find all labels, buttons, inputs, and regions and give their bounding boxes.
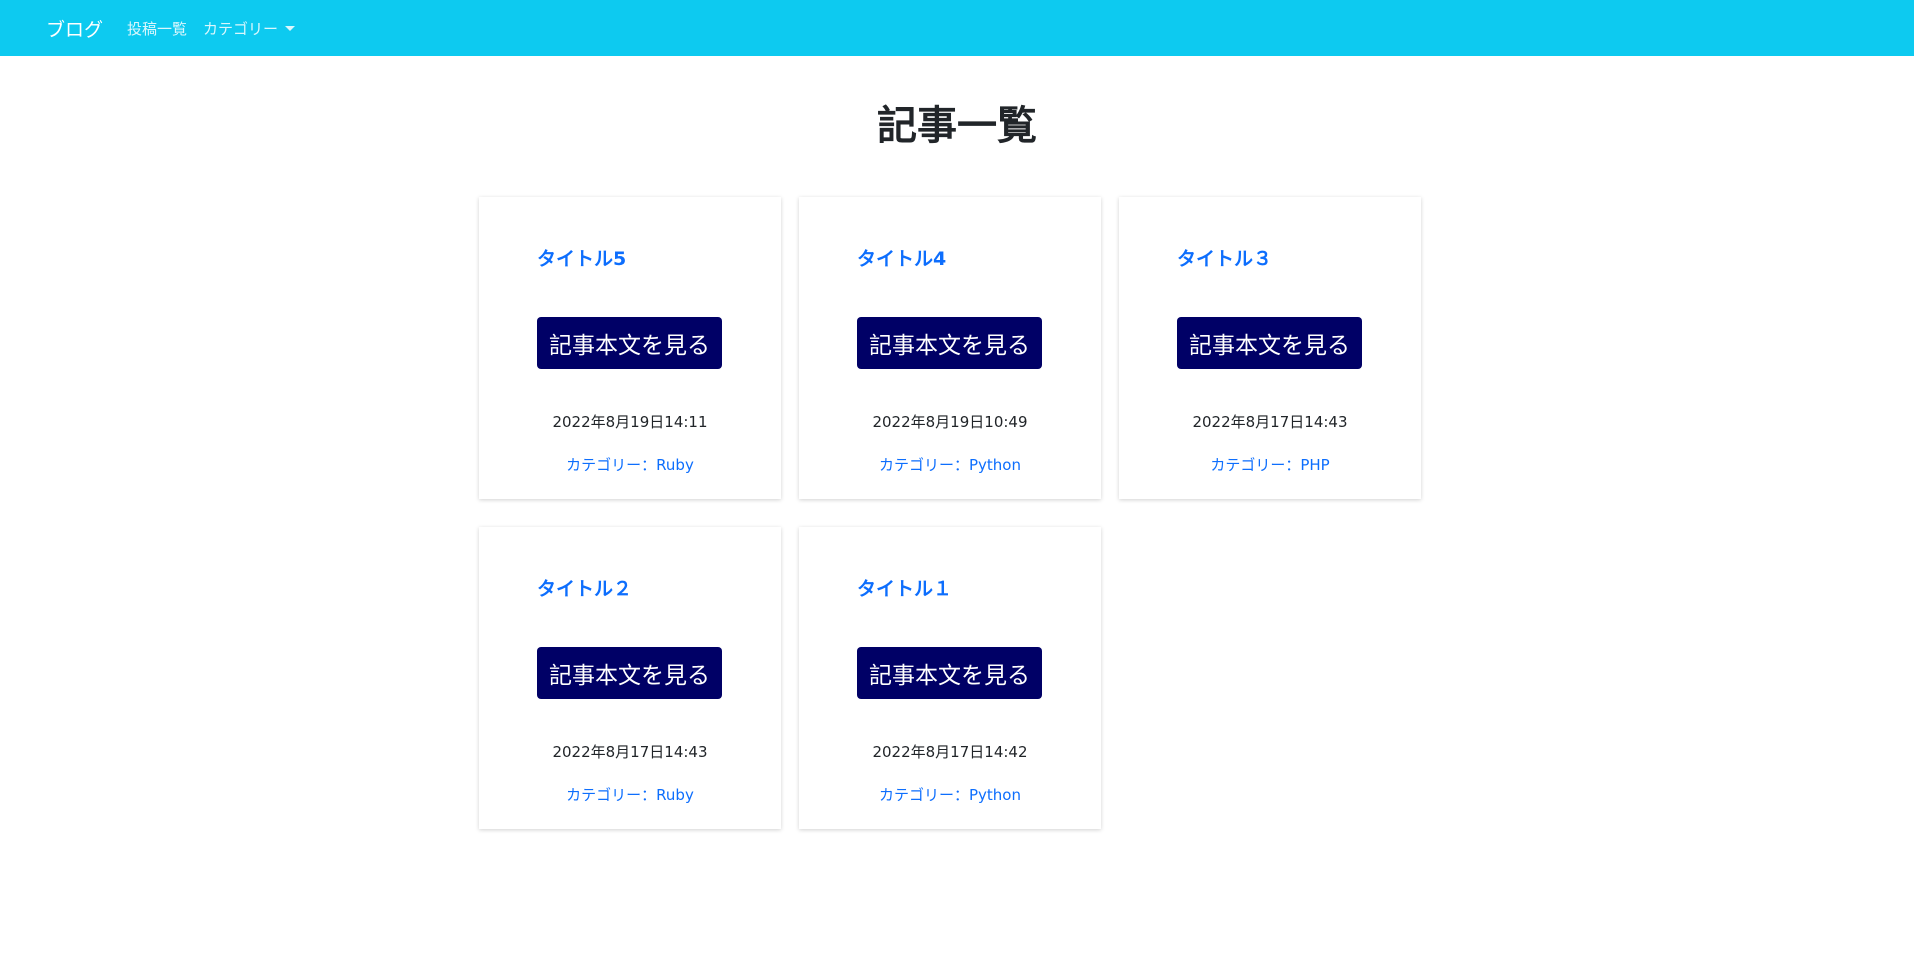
nav-dropdown-categories[interactable]: カテゴリー — [203, 18, 296, 39]
post-date: 2022年8月17日14:43 — [1192, 413, 1348, 431]
post-date: 2022年8月19日10:49 — [872, 413, 1028, 431]
nav-dropdown-label: カテゴリー — [203, 19, 279, 38]
post-card: タイトル３ 記事本文を見る 2022年8月17日14:43 カテゴリー：PHP — [1119, 197, 1421, 499]
post-category-link[interactable]: カテゴリー：Ruby — [479, 784, 781, 805]
post-date: 2022年8月17日14:43 — [552, 743, 708, 761]
post-category-link[interactable]: カテゴリー：Python — [799, 784, 1101, 805]
post-category-link[interactable]: カテゴリー：Python — [799, 454, 1101, 475]
read-article-button[interactable]: 記事本文を見る — [857, 647, 1042, 699]
read-article-button[interactable]: 記事本文を見る — [537, 647, 722, 699]
navbar: ブログ 投稿一覧 カテゴリー — [0, 0, 1914, 56]
post-card: タイトル5 記事本文を見る 2022年8月19日14:11 カテゴリー：Ruby — [479, 197, 781, 499]
post-date: 2022年8月17日14:42 — [872, 743, 1028, 761]
read-article-button[interactable]: 記事本文を見る — [857, 317, 1042, 369]
post-card: タイトル１ 記事本文を見る 2022年8月17日14:42 カテゴリー：Pyth… — [799, 527, 1101, 829]
post-category-link[interactable]: カテゴリー：PHP — [1119, 454, 1421, 475]
read-article-button[interactable]: 記事本文を見る — [537, 317, 722, 369]
post-date: 2022年8月19日14:11 — [552, 413, 708, 431]
post-card: タイトル4 記事本文を見る 2022年8月19日10:49 カテゴリー：Pyth… — [799, 197, 1101, 499]
page-title: 記事一覧 — [877, 103, 1037, 149]
nav-link-posts[interactable]: 投稿一覧 — [127, 18, 187, 39]
post-title-link[interactable]: タイトル２ — [537, 577, 725, 601]
post-title-link[interactable]: タイトル１ — [857, 577, 1045, 601]
post-grid: タイトル5 記事本文を見る 2022年8月19日14:11 カテゴリー：Ruby… — [479, 197, 1421, 829]
post-card: タイトル２ 記事本文を見る 2022年8月17日14:43 カテゴリー：Ruby — [479, 527, 781, 829]
brand-link[interactable]: ブログ — [46, 15, 103, 42]
post-category-link[interactable]: カテゴリー：Ruby — [479, 454, 781, 475]
post-title-link[interactable]: タイトル4 — [857, 247, 1045, 271]
caret-down-icon — [285, 25, 296, 31]
read-article-button[interactable]: 記事本文を見る — [1177, 317, 1362, 369]
post-title-link[interactable]: タイトル３ — [1177, 247, 1365, 271]
post-title-link[interactable]: タイトル5 — [537, 247, 725, 271]
